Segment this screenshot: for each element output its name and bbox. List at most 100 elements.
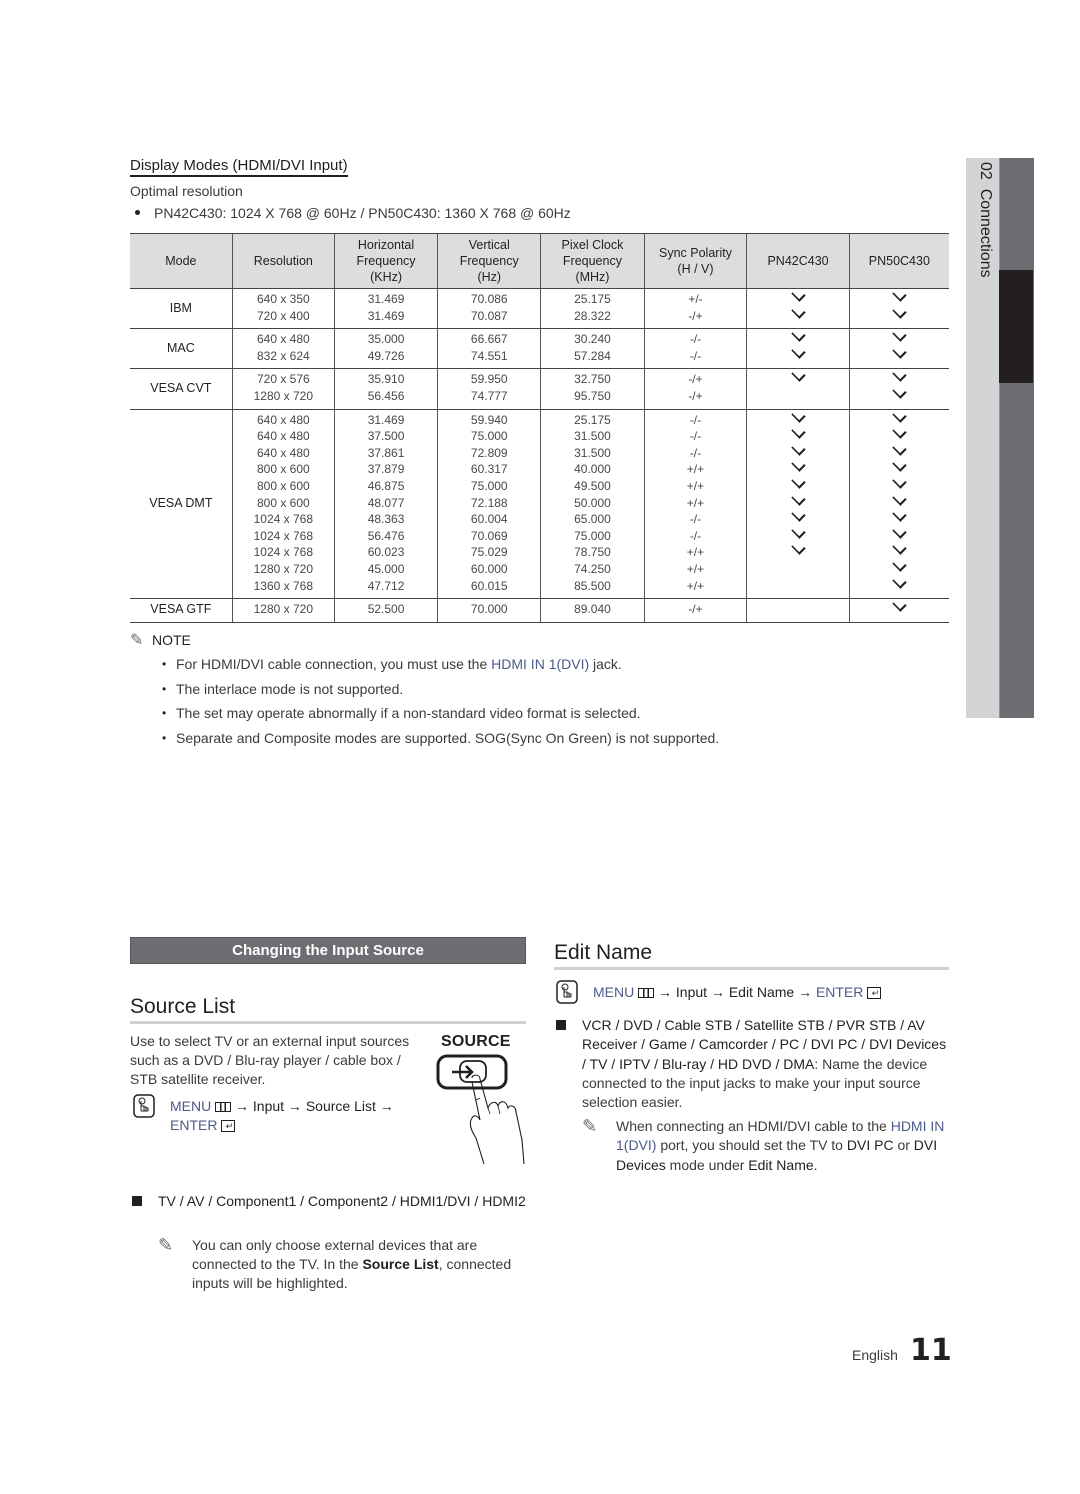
cell-value: 31.469 — [367, 308, 405, 323]
source-button-hand-icon — [436, 1054, 525, 1165]
header-mode: Mode — [130, 233, 233, 289]
check-icon — [892, 287, 907, 302]
empty-cell — [747, 561, 848, 578]
pn50-support-cell — [848, 597, 949, 623]
cell-value: +/- — [688, 292, 703, 306]
cell-value: 70.069 — [470, 528, 508, 543]
bullet-icon — [135, 209, 140, 215]
header-pn50c430: PN50C430 — [848, 233, 949, 289]
edit-name-note: ✎ When connecting an HDMI/DVI cable to t… — [582, 1116, 945, 1173]
vfreq-cell: 70.000 — [437, 598, 542, 623]
cell-value: 48.363 — [367, 512, 405, 527]
check-icon — [790, 287, 806, 302]
mode-cell: VESA GTF — [130, 598, 233, 623]
edit-name-title: Edit Name — [554, 941, 653, 964]
cell-value: 56.456 — [367, 388, 405, 403]
pn42-support-cell — [746, 287, 850, 330]
mode-cell: IBM — [130, 288, 233, 330]
cell-value: 85.500 — [574, 578, 611, 593]
resolution-cell: 720 x 576 1280 x 720 — [231, 368, 335, 410]
cell-value: 800 x 600 — [256, 478, 310, 493]
menu-path-text: → Input → Source List → — [231, 1098, 394, 1114]
dvi-pc-term: DVI PC — [846, 1137, 894, 1154]
pclock-cell: 25.175 28.322 — [540, 288, 645, 330]
cell-value: 31.469 — [367, 412, 405, 427]
empty-cell — [747, 578, 848, 595]
empty-cell — [747, 388, 848, 405]
cell-value: 75.000 — [470, 429, 508, 444]
cell-value: 60.015 — [470, 578, 508, 593]
table-row: VESA DMT 640 x 480 640 x 480 640 x 480 800 x… — [130, 407, 949, 600]
resolution-cell: 640 x 350 720 x 400 — [231, 288, 335, 330]
mode-group: IBM 640 x 350 720 x 400 31.469 31.469 70.086 7… — [130, 287, 949, 330]
cell-value: 640 x 480 — [256, 332, 310, 347]
cell-value: 60.317 — [470, 462, 508, 477]
check-icon — [892, 407, 907, 423]
note-list: For HDMI/DVI cable connection, you must … — [160, 655, 860, 754]
chapter-tab-label: 02 Connections — [970, 162, 994, 278]
cell-value: -/- — [689, 512, 702, 527]
mode-group: VESA GTF 1280 x 720 52.500 70.000 89.040 -/+ — [130, 597, 949, 623]
pclock-cell: 25.175 31.500 31.500 40.000 49.500 50.000 65.0… — [540, 409, 645, 600]
cell-value: 720 x 400 — [256, 308, 310, 323]
cell-value: 49.726 — [367, 348, 405, 363]
cell-value: 1280 x 720 — [253, 388, 314, 403]
header-vertical-frequency: Vertical Frequency (Hz) — [437, 233, 542, 289]
source-list-note: ✎ You can only choose external devices t… — [158, 1235, 512, 1292]
check-icon-cell — [747, 367, 848, 388]
cell-value: 57.284 — [574, 348, 611, 363]
table-row: VESA GTF 1280 x 720 52.500 70.000 89.040 -/+ — [130, 597, 949, 623]
enter-icon: ↵ — [867, 987, 882, 1000]
cell-value: 75.000 — [574, 528, 611, 543]
check-icon-cell — [747, 344, 848, 365]
note-item: Separate and Composite modes are support… — [160, 729, 860, 754]
source-button-label: SOURCE — [441, 1033, 511, 1050]
empty-cell — [747, 601, 848, 618]
header-pn42c430: PN42C430 — [746, 233, 850, 289]
check-icon — [790, 327, 806, 342]
sync-cell: -/- -/- — [643, 328, 748, 370]
source-list-title: Source List — [130, 995, 236, 1018]
cell-value: +/+ — [686, 578, 705, 593]
cell-value: 52.500 — [367, 602, 405, 617]
square-bullet-icon — [556, 1020, 566, 1030]
cell-value: 1024 x 768 — [253, 545, 314, 560]
hfreq-cell: 52.500 — [333, 598, 439, 623]
pclock-cell: 32.750 95.750 — [540, 368, 645, 410]
note-heading: ✎ NOTE — [130, 630, 191, 650]
source-list-options-text: TV / AV / Component1 / Component2 / HDMI… — [158, 1193, 526, 1209]
cell-value: 95.750 — [574, 388, 611, 403]
sync-cell: -/+ -/+ — [643, 368, 748, 410]
mode-cell: VESA CVT — [130, 368, 233, 410]
cell-value: 70.000 — [470, 602, 508, 617]
cell-value: -/- — [689, 412, 702, 427]
cell-value: 46.875 — [367, 478, 405, 493]
cell-value: 72.809 — [470, 445, 508, 460]
resolution-cell: 640 x 480 832 x 624 — [231, 328, 335, 370]
table-row: VESA CVT 720 x 576 1280 x 720 35.910 56.456 5… — [130, 367, 949, 410]
cell-value: 70.086 — [470, 292, 508, 306]
cell-value: 66.667 — [470, 332, 508, 347]
edit-name-menu-path: MENU → Input → Edit Name → ENTER ↵ — [593, 984, 882, 1000]
cell-value: +/+ — [686, 478, 705, 493]
mode-cell: MAC — [130, 328, 233, 370]
check-icon-cell — [850, 573, 949, 595]
enter-keyword: ENTER — [815, 984, 864, 1000]
cell-value: 800 x 600 — [256, 462, 310, 477]
cell-value: +/+ — [686, 545, 705, 560]
pencil-note-icon: ✎ — [130, 632, 144, 649]
cell-value: -/- — [689, 429, 702, 444]
optimal-resolution-text: PN42C430: 1024 X 768 @ 60Hz / PN50C430: … — [154, 205, 571, 221]
hfreq-cell: 35.000 49.726 — [333, 328, 439, 370]
cell-value: 31.500 — [574, 445, 611, 460]
source-list-term: Source List — [362, 1256, 439, 1272]
cell-value: 72.188 — [470, 495, 508, 510]
cell-value: -/+ — [688, 372, 703, 387]
check-icon — [892, 597, 907, 612]
cell-value: -/+ — [688, 388, 703, 403]
cell-value: 25.175 — [574, 412, 611, 427]
cell-value: 37.500 — [367, 429, 405, 444]
edit-name-options: VCR / DVD / Cable STB / Satellite STB / … — [556, 1016, 951, 1112]
cell-value: 49.500 — [574, 478, 611, 493]
enter-icon: ↵ — [221, 1120, 236, 1133]
